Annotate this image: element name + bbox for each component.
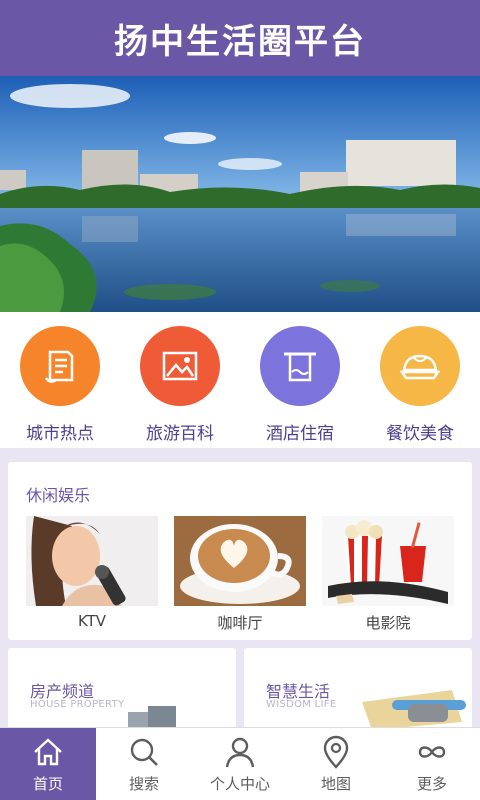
- infinity-icon: [418, 745, 446, 758]
- tab-map[interactable]: 地图: [288, 728, 384, 800]
- category-row: 城市热点 旅游百科 酒店住宿 餐饮美食: [0, 312, 480, 448]
- building-illustration: [128, 706, 176, 730]
- house-property-card[interactable]: 房产频道 HOUSE PROPERTY: [8, 648, 236, 730]
- document-icon: [20, 326, 100, 406]
- search-icon: [130, 738, 158, 766]
- bottom-tab-bar: 首页 搜索 个人中心 地图 更多: [0, 728, 480, 800]
- cafe-thumbnail[interactable]: [174, 516, 306, 606]
- category-hotel[interactable]: 酒店住宿: [240, 312, 360, 448]
- category-city-hotspot[interactable]: 城市热点: [0, 312, 120, 448]
- category-label: 酒店住宿: [266, 424, 334, 444]
- tab-home[interactable]: 首页: [0, 728, 96, 800]
- tab-label: 首页: [32, 774, 63, 793]
- card-subtitle: WISDOM LIFE: [266, 699, 337, 710]
- banner-lake-photo: [0, 76, 480, 312]
- cinema-thumbnail[interactable]: [322, 516, 454, 606]
- category-travel-wiki[interactable]: 旅游百科: [120, 312, 240, 448]
- map-pin-icon: [323, 735, 349, 769]
- app-screen: 扬中生活圈平台 城市热点 旅游百科 酒店住宿 餐饮美食 休闲娱乐 KTV 咖啡厅…: [0, 0, 480, 800]
- app-header: 扬中生活圈平台: [0, 0, 480, 76]
- ktv-label: KTV: [77, 612, 107, 630]
- card-subtitle: HOUSE PROPERTY: [30, 699, 125, 710]
- tab-more[interactable]: 更多: [384, 728, 480, 800]
- user-icon: [225, 737, 255, 767]
- ktv-thumbnail[interactable]: [26, 516, 158, 606]
- app-title: 扬中生活圈平台: [114, 21, 366, 62]
- category-label: 旅游百科: [146, 424, 214, 444]
- dumpling-icon: [380, 326, 460, 406]
- tab-label: 搜索: [128, 774, 159, 793]
- cinema-label: 电影院: [365, 614, 411, 632]
- tab-label: 个人中心: [209, 774, 270, 793]
- wisdom-life-card[interactable]: 智慧生活 WISDOM LIFE: [244, 648, 472, 730]
- towel-rack-icon: [260, 326, 340, 406]
- tab-search[interactable]: 搜索: [96, 728, 192, 800]
- category-label: 餐饮美食: [386, 424, 454, 444]
- tab-label: 地图: [320, 774, 351, 793]
- section-title: 休闲娱乐: [26, 486, 91, 505]
- tab-label: 更多: [416, 774, 447, 793]
- home-icon: [34, 737, 62, 765]
- smart-device-illustration: [362, 690, 466, 730]
- banner-carousel[interactable]: [0, 76, 480, 312]
- category-food[interactable]: 餐饮美食: [360, 312, 480, 448]
- category-label: 城市热点: [26, 424, 94, 444]
- tab-profile[interactable]: 个人中心: [192, 728, 288, 800]
- picture-icon: [140, 326, 220, 406]
- cafe-label: 咖啡厅: [217, 614, 263, 632]
- leisure-section: 休闲娱乐 KTV 咖啡厅 电影院: [8, 462, 472, 640]
